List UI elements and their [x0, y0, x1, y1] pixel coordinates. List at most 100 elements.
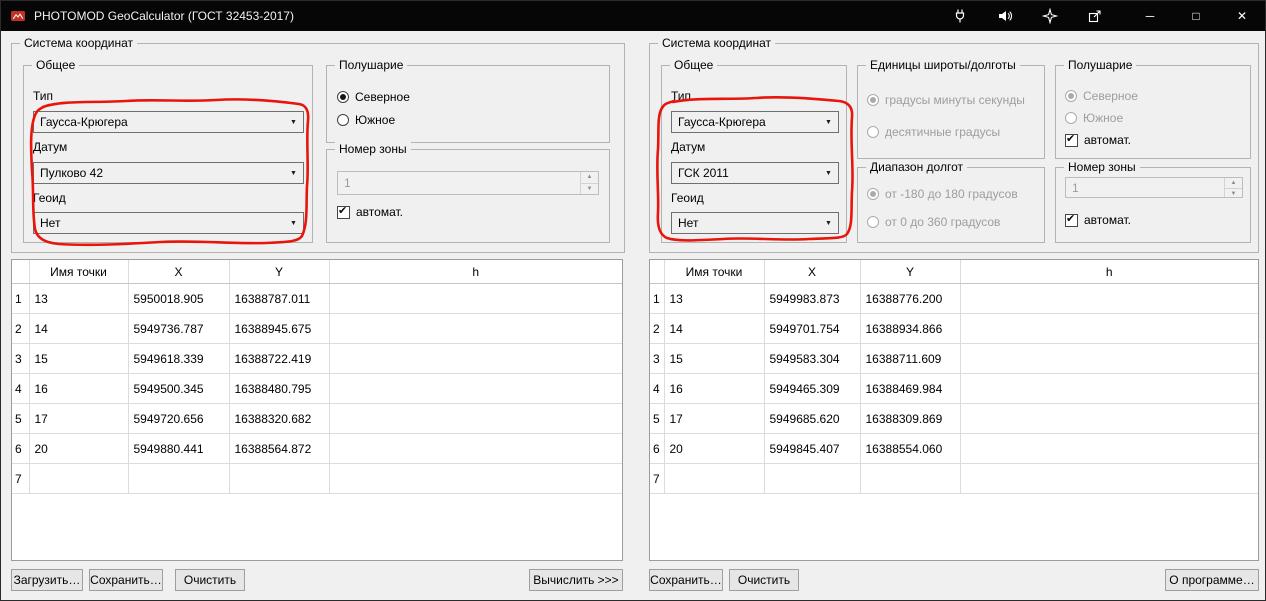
left-datum-combobox[interactable]: Пулково 42 ▼ — [33, 162, 304, 184]
cell-x[interactable]: 5949983.873 — [764, 284, 860, 314]
row-header[interactable]: 6 — [650, 434, 664, 464]
cell-y[interactable] — [229, 464, 329, 494]
left-auto-zone-checkbox[interactable]: ✔ автомат. — [337, 205, 403, 219]
cell-h[interactable] — [960, 314, 1258, 344]
cell-name[interactable]: 15 — [29, 344, 128, 374]
cell-x[interactable]: 5949465.309 — [764, 374, 860, 404]
cell-name[interactable] — [29, 464, 128, 494]
cell-name[interactable]: 20 — [664, 434, 764, 464]
cell-y[interactable] — [860, 464, 960, 494]
row-header[interactable]: 3 — [650, 344, 664, 374]
speaker-icon[interactable] — [982, 1, 1027, 31]
cell-y[interactable]: 16388480.795 — [229, 374, 329, 404]
maximize-button[interactable]: □ — [1173, 1, 1219, 31]
cell-name[interactable]: 13 — [29, 284, 128, 314]
left-zone-spinbox: 1 ▲▼ — [337, 171, 599, 195]
cell-x[interactable]: 5949583.304 — [764, 344, 860, 374]
row-header[interactable]: 2 — [12, 314, 29, 344]
cell-y[interactable]: 16388469.984 — [860, 374, 960, 404]
row-header[interactable]: 4 — [12, 374, 29, 404]
cell-y[interactable]: 16388320.682 — [229, 404, 329, 434]
cell-h[interactable] — [329, 464, 622, 494]
cell-name[interactable]: 20 — [29, 434, 128, 464]
right-clear-button[interactable]: Очистить — [729, 569, 799, 591]
cell-x[interactable]: 5949618.339 — [128, 344, 229, 374]
cell-h[interactable] — [960, 284, 1258, 314]
cell-x[interactable]: 5949845.407 — [764, 434, 860, 464]
cell-h[interactable] — [329, 434, 622, 464]
cell-name[interactable]: 17 — [664, 404, 764, 434]
left-clear-button[interactable]: Очистить — [175, 569, 245, 591]
connection-icon[interactable] — [937, 1, 982, 31]
checkbox-icon: ✔ — [1065, 214, 1078, 227]
cell-name[interactable]: 13 — [664, 284, 764, 314]
right-datum-combobox[interactable]: ГСК 2011 ▼ — [671, 162, 839, 184]
cell-y[interactable]: 16388776.200 — [860, 284, 960, 314]
cell-h[interactable] — [329, 404, 622, 434]
cell-y[interactable]: 16388787.011 — [229, 284, 329, 314]
cell-h[interactable] — [329, 284, 622, 314]
row-header[interactable]: 5 — [12, 404, 29, 434]
left-type-combobox[interactable]: Гаусса-Крюгера ▼ — [33, 111, 304, 133]
cell-h[interactable] — [960, 374, 1258, 404]
cell-x[interactable]: 5949720.656 — [128, 404, 229, 434]
calculate-button[interactable]: Вычислить >>> — [529, 569, 623, 591]
right-auto-zone-checkbox[interactable]: ✔ автомат. — [1065, 213, 1131, 227]
radio-label: от 0 до 360 градусов — [885, 215, 1000, 229]
cell-x[interactable]: 5949880.441 — [128, 434, 229, 464]
cell-name[interactable]: 14 — [29, 314, 128, 344]
load-button[interactable]: Загрузить… — [11, 569, 83, 591]
cell-y[interactable]: 16388934.866 — [860, 314, 960, 344]
cell-h[interactable] — [329, 374, 622, 404]
about-button[interactable]: О программе… — [1165, 569, 1259, 591]
cell-x[interactable]: 5949701.754 — [764, 314, 860, 344]
row-header[interactable]: 2 — [650, 314, 664, 344]
cell-y[interactable]: 16388309.869 — [860, 404, 960, 434]
cell-name[interactable]: 15 — [664, 344, 764, 374]
minimize-button[interactable]: ─ — [1127, 1, 1173, 31]
cell-y[interactable]: 16388711.609 — [860, 344, 960, 374]
cell-h[interactable] — [329, 314, 622, 344]
cell-h[interactable] — [960, 344, 1258, 374]
cell-x[interactable]: 5949500.345 — [128, 374, 229, 404]
row-header[interactable]: 3 — [12, 344, 29, 374]
cell-name[interactable]: 17 — [29, 404, 128, 434]
row-header[interactable]: 1 — [650, 284, 664, 314]
right-auto-hemisphere-checkbox[interactable]: ✔ автомат. — [1065, 133, 1131, 147]
cell-y[interactable]: 16388945.675 — [229, 314, 329, 344]
cell-name[interactable]: 16 — [29, 374, 128, 404]
left-save-button[interactable]: Сохранить… — [89, 569, 163, 591]
cell-x[interactable] — [128, 464, 229, 494]
cell-h[interactable] — [960, 404, 1258, 434]
cell-h[interactable] — [960, 434, 1258, 464]
right-geoid-combobox[interactable]: Нет ▼ — [671, 212, 839, 234]
cell-x[interactable]: 5950018.905 — [128, 284, 229, 314]
row-header[interactable]: 7 — [650, 464, 664, 494]
radio-icon — [337, 114, 349, 126]
cell-y[interactable]: 16388722.419 — [229, 344, 329, 374]
left-south-radio[interactable]: Южное — [337, 113, 395, 127]
cell-x[interactable] — [764, 464, 860, 494]
right-type-combobox[interactable]: Гаусса-Крюгера ▼ — [671, 111, 839, 133]
chevron-down-icon: ▼ — [819, 170, 838, 177]
cell-name[interactable]: 14 — [664, 314, 764, 344]
cell-y[interactable]: 16388554.060 — [860, 434, 960, 464]
crosshair-icon[interactable] — [1027, 1, 1072, 31]
row-header[interactable]: 6 — [12, 434, 29, 464]
right-save-button[interactable]: Сохранить… — [649, 569, 723, 591]
cell-y[interactable]: 16388564.872 — [229, 434, 329, 464]
cell-name[interactable] — [664, 464, 764, 494]
cell-h[interactable] — [329, 344, 622, 374]
left-north-radio[interactable]: Северное — [337, 90, 410, 104]
external-window-icon[interactable] — [1072, 1, 1117, 31]
row-header[interactable]: 7 — [12, 464, 29, 494]
row-header[interactable]: 1 — [12, 284, 29, 314]
cell-x[interactable]: 5949685.620 — [764, 404, 860, 434]
cell-h[interactable] — [960, 464, 1258, 494]
row-header[interactable]: 4 — [650, 374, 664, 404]
cell-x[interactable]: 5949736.787 — [128, 314, 229, 344]
row-header[interactable]: 5 — [650, 404, 664, 434]
close-button[interactable]: ✕ — [1219, 1, 1265, 31]
cell-name[interactable]: 16 — [664, 374, 764, 404]
left-geoid-combobox[interactable]: Нет ▼ — [33, 212, 304, 234]
